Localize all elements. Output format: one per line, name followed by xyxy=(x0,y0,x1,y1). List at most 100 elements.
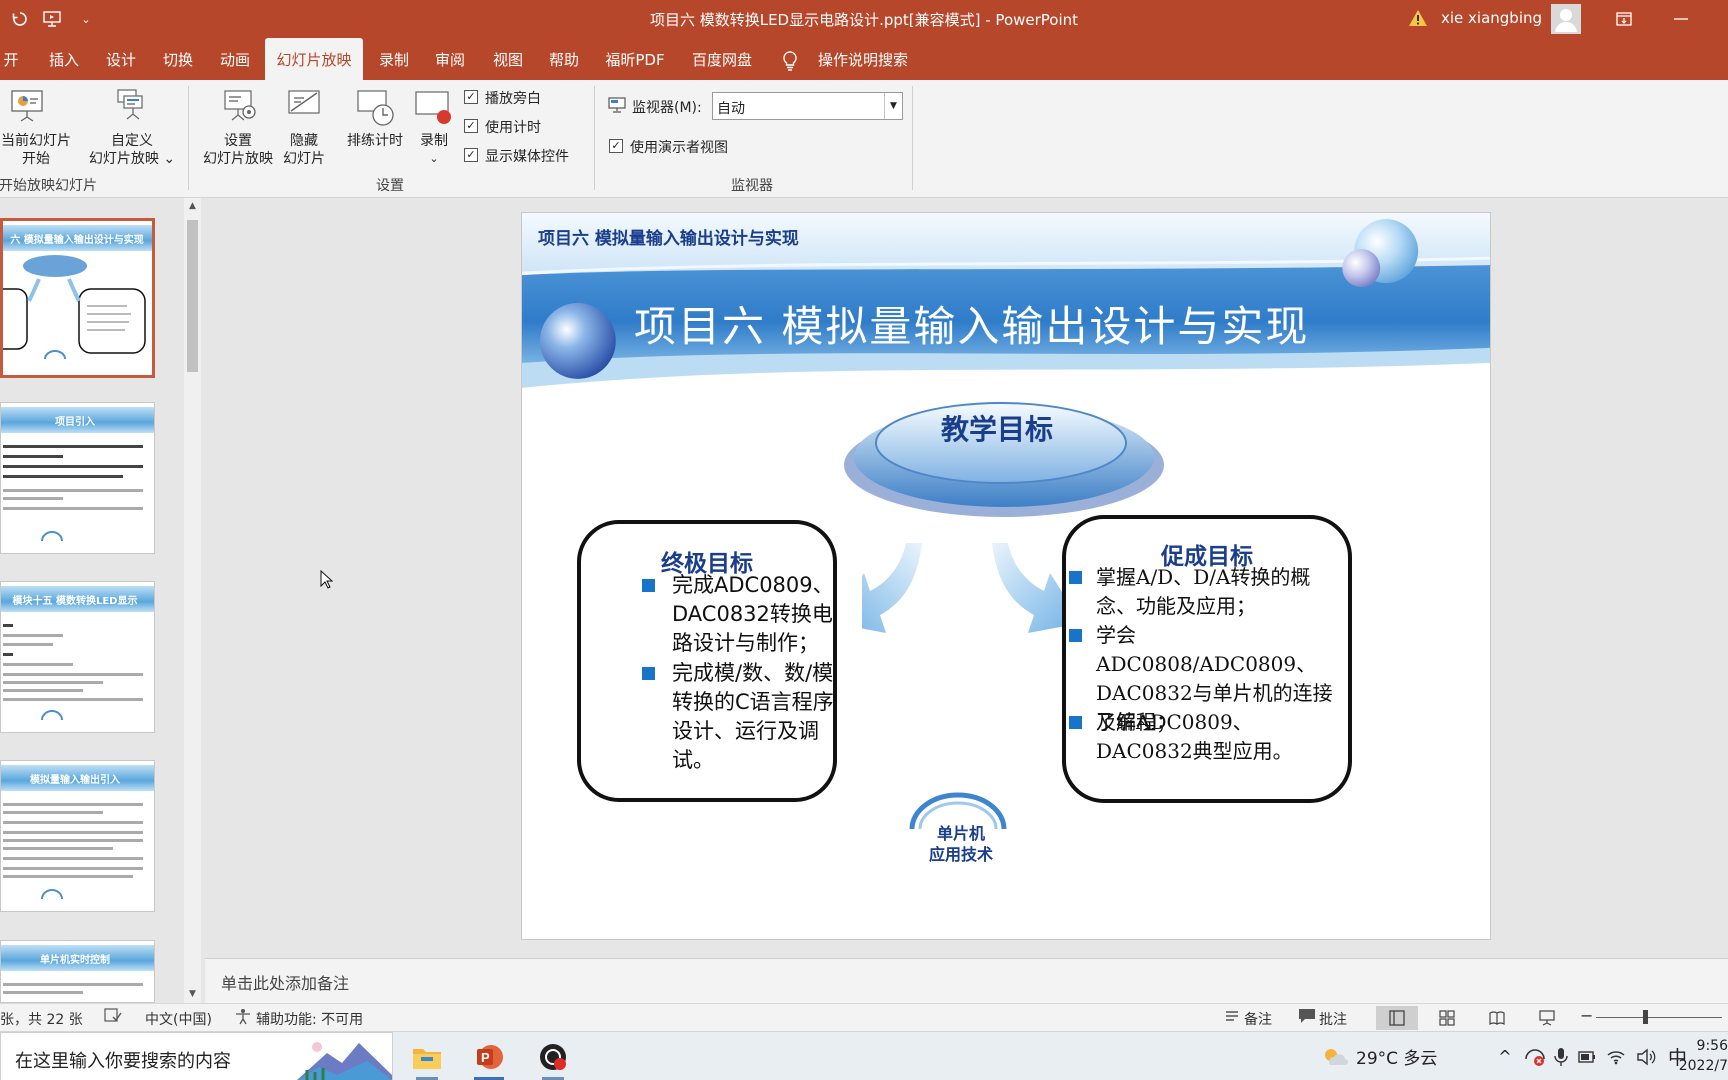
user-name[interactable]: xie xiangbing xyxy=(1441,9,1542,27)
weather-text: 29°C 多云 xyxy=(1356,1049,1438,1069)
record-label[interactable]: 录制 ⌄ xyxy=(410,132,458,168)
play-narrations-checkbox[interactable]: ✓ xyxy=(464,90,478,104)
device-icon[interactable] xyxy=(1578,1049,1596,1065)
monitor-select-value: 自动 xyxy=(717,101,745,117)
screen-recorder-icon[interactable] xyxy=(530,1038,576,1080)
goal-disc-graphic xyxy=(844,402,1164,517)
slide-thumbnail-2[interactable]: 项目引入 xyxy=(0,402,155,554)
thumbnail-diagram xyxy=(3,255,146,360)
powerpoint-icon[interactable]: P xyxy=(466,1038,512,1080)
minimize-icon[interactable] xyxy=(1666,6,1696,32)
microphone-icon[interactable] xyxy=(1554,1047,1568,1067)
system-tray: ^ 中 xyxy=(1492,1032,1687,1080)
scroll-up-icon[interactable]: ▲ xyxy=(184,198,201,215)
thumbnail-title: 模拟量输入输出引入 xyxy=(30,775,120,786)
tab-transitions[interactable]: 切换 xyxy=(160,38,196,80)
slide-thumbnail-5[interactable]: 单片机实时控制 xyxy=(0,940,155,1003)
tab-slide-show[interactable]: 幻灯片放映 xyxy=(265,38,363,80)
scroll-down-icon[interactable]: ▼ xyxy=(184,986,201,1003)
tab-review[interactable]: 审阅 xyxy=(432,38,468,80)
tell-me-search[interactable]: 操作说明搜索 xyxy=(813,38,913,80)
tab-help[interactable]: 帮助 xyxy=(546,38,582,80)
comments-toggle[interactable]: 批注 xyxy=(1319,1009,1347,1029)
notes-icon[interactable] xyxy=(1224,1008,1240,1028)
notes-toggle[interactable]: 备注 xyxy=(1244,1009,1272,1029)
notes-pane[interactable]: 单击此处添加备注 xyxy=(205,958,1728,1003)
slide-thumbnail-3[interactable]: 模块十五 模数转换LED显示 xyxy=(0,581,155,733)
from-current-slide-label[interactable]: 当前幻灯片 开始 xyxy=(0,132,78,168)
lightbulb-icon[interactable] xyxy=(781,50,801,72)
tab-animations[interactable]: 动画 xyxy=(217,38,253,80)
enabling-goal-bullet-1: 掌握A/D、D/A转换的概念、功能及应用； xyxy=(1069,563,1341,621)
ribbon-tabs: 开始 插入 设计 切换 动画 幻灯片放映 录制 审阅 视图 帮助 福昕PDF 百… xyxy=(0,38,1728,113)
use-timings-checkbox[interactable]: ✓ xyxy=(464,119,478,133)
record-slide-show-icon[interactable] xyxy=(414,90,454,134)
slide-canvas[interactable]: 项目六 模拟量输入输出设计与实现 项目六 模拟量输入输出设计与实现 教学目标 终… xyxy=(521,212,1491,940)
spell-check-icon[interactable] xyxy=(104,1007,122,1027)
presenter-view-label[interactable]: 使用演示者视图 xyxy=(630,137,728,157)
wifi-icon[interactable] xyxy=(1606,1049,1626,1065)
rehearse-timings-icon[interactable] xyxy=(356,88,396,132)
enabling-goal-bullet-3: 了解ADC0809、DAC0832典型应用。 xyxy=(1069,708,1341,766)
tab-record[interactable]: 录制 xyxy=(376,38,412,80)
taskbar-search-box[interactable]: 在这里输入你要搜索的内容 xyxy=(0,1032,393,1080)
custom-slide-show-icon[interactable] xyxy=(114,88,150,128)
presenter-view-checkbox[interactable]: ✓ xyxy=(609,139,623,153)
taskbar-search-placeholder: 在这里输入你要搜索的内容 xyxy=(15,1051,231,1072)
hide-slide-label[interactable]: 隐藏 幻灯片 xyxy=(278,132,330,168)
language-indicator[interactable]: 中文(中国) xyxy=(145,1009,212,1029)
teaching-goal-label: 教学目标 xyxy=(940,413,1053,446)
setup-slide-show-label[interactable]: 设置 幻灯片放映 xyxy=(198,132,278,168)
tab-design[interactable]: 设计 xyxy=(103,38,139,80)
slide-count: 张，共 22 张 xyxy=(0,1012,83,1028)
rehearse-timings-label[interactable]: 排练计时 xyxy=(340,132,410,150)
partly-cloudy-icon xyxy=(1325,1048,1348,1065)
comments-icon[interactable] xyxy=(1298,1008,1316,1028)
from-current-slide-icon[interactable] xyxy=(10,88,44,128)
use-timings-label[interactable]: 使用计时 xyxy=(485,117,541,137)
scrollbar-thumb[interactable] xyxy=(187,220,198,372)
weather-widget[interactable]: 29°C 多云 xyxy=(1322,1032,1437,1080)
accessibility-status[interactable]: 辅助功能: 不可用 xyxy=(256,1009,363,1029)
clock[interactable]: 9:56 2022/7 xyxy=(1660,1036,1728,1076)
thumbnail-title: 六 模拟量输入输出设计与实现 xyxy=(10,235,144,246)
tab-foxit-pdf[interactable]: 福昕PDF xyxy=(604,38,666,80)
slide-title[interactable]: 项目六 模拟量输入输出设计与实现 xyxy=(634,293,1309,354)
play-narrations-label[interactable]: 播放旁白 xyxy=(485,88,541,108)
hide-slide-icon[interactable] xyxy=(286,88,322,128)
volume-icon[interactable] xyxy=(1636,1048,1656,1066)
tab-view[interactable]: 视图 xyxy=(490,38,526,80)
warning-icon[interactable] xyxy=(1408,8,1430,30)
avatar[interactable] xyxy=(1551,4,1581,34)
show-media-controls-checkbox[interactable]: ✓ xyxy=(464,148,478,162)
tab-insert[interactable]: 插入 xyxy=(46,38,82,80)
accessibility-icon[interactable] xyxy=(234,1007,254,1029)
slide-thumbnail-4[interactable]: 模拟量输入输出引入 xyxy=(0,760,155,912)
zoom-out-button[interactable]: − xyxy=(1580,1006,1593,1025)
file-explorer-icon[interactable] xyxy=(404,1038,450,1080)
network-warning-icon[interactable] xyxy=(1524,1047,1546,1067)
slide-show-view-button[interactable] xyxy=(1526,1006,1568,1030)
slide-sorter-view-button[interactable] xyxy=(1426,1006,1468,1030)
tab-home[interactable]: 开始 xyxy=(0,38,24,113)
ribbon-display-options-icon[interactable] xyxy=(1609,6,1639,32)
chevron-up-icon[interactable]: ^ xyxy=(1492,1047,1518,1066)
setup-slide-show-icon[interactable] xyxy=(222,88,258,128)
group-divider xyxy=(188,86,189,190)
notes-placeholder[interactable]: 单击此处添加备注 xyxy=(221,970,349,994)
slide-thumbnail-1[interactable]: 六 模拟量输入输出设计与实现 xyxy=(0,218,155,378)
custom-slide-show-label[interactable]: 自定义 幻灯片放映 ⌄ xyxy=(84,132,180,168)
zoom-slider[interactable] xyxy=(1596,1017,1722,1018)
ultimate-goal-bullet-2: 完成模/数、数/模转换的C语言程序设计、运行及调试。 xyxy=(642,659,852,775)
status-bar: 张，共 22 张 中文(中国) 辅助功能: 不可用 备注 批注 − xyxy=(0,1003,1728,1031)
normal-view-button[interactable] xyxy=(1376,1006,1418,1030)
show-media-controls-label[interactable]: 显示媒体控件 xyxy=(485,146,569,166)
zoom-slider-thumb[interactable] xyxy=(1643,1010,1648,1024)
chevron-down-icon[interactable]: ▼ xyxy=(884,93,902,119)
tab-baidu-netdisk[interactable]: 百度网盘 xyxy=(690,38,754,80)
thumbnail-scrollbar[interactable]: ▲ ▼ xyxy=(184,198,201,1003)
monitor-select[interactable]: 自动 ▼ xyxy=(712,92,903,120)
reading-view-button[interactable] xyxy=(1476,1006,1518,1030)
monitor-icon xyxy=(608,97,626,117)
thumbnail-title: 项目引入 xyxy=(55,417,95,428)
